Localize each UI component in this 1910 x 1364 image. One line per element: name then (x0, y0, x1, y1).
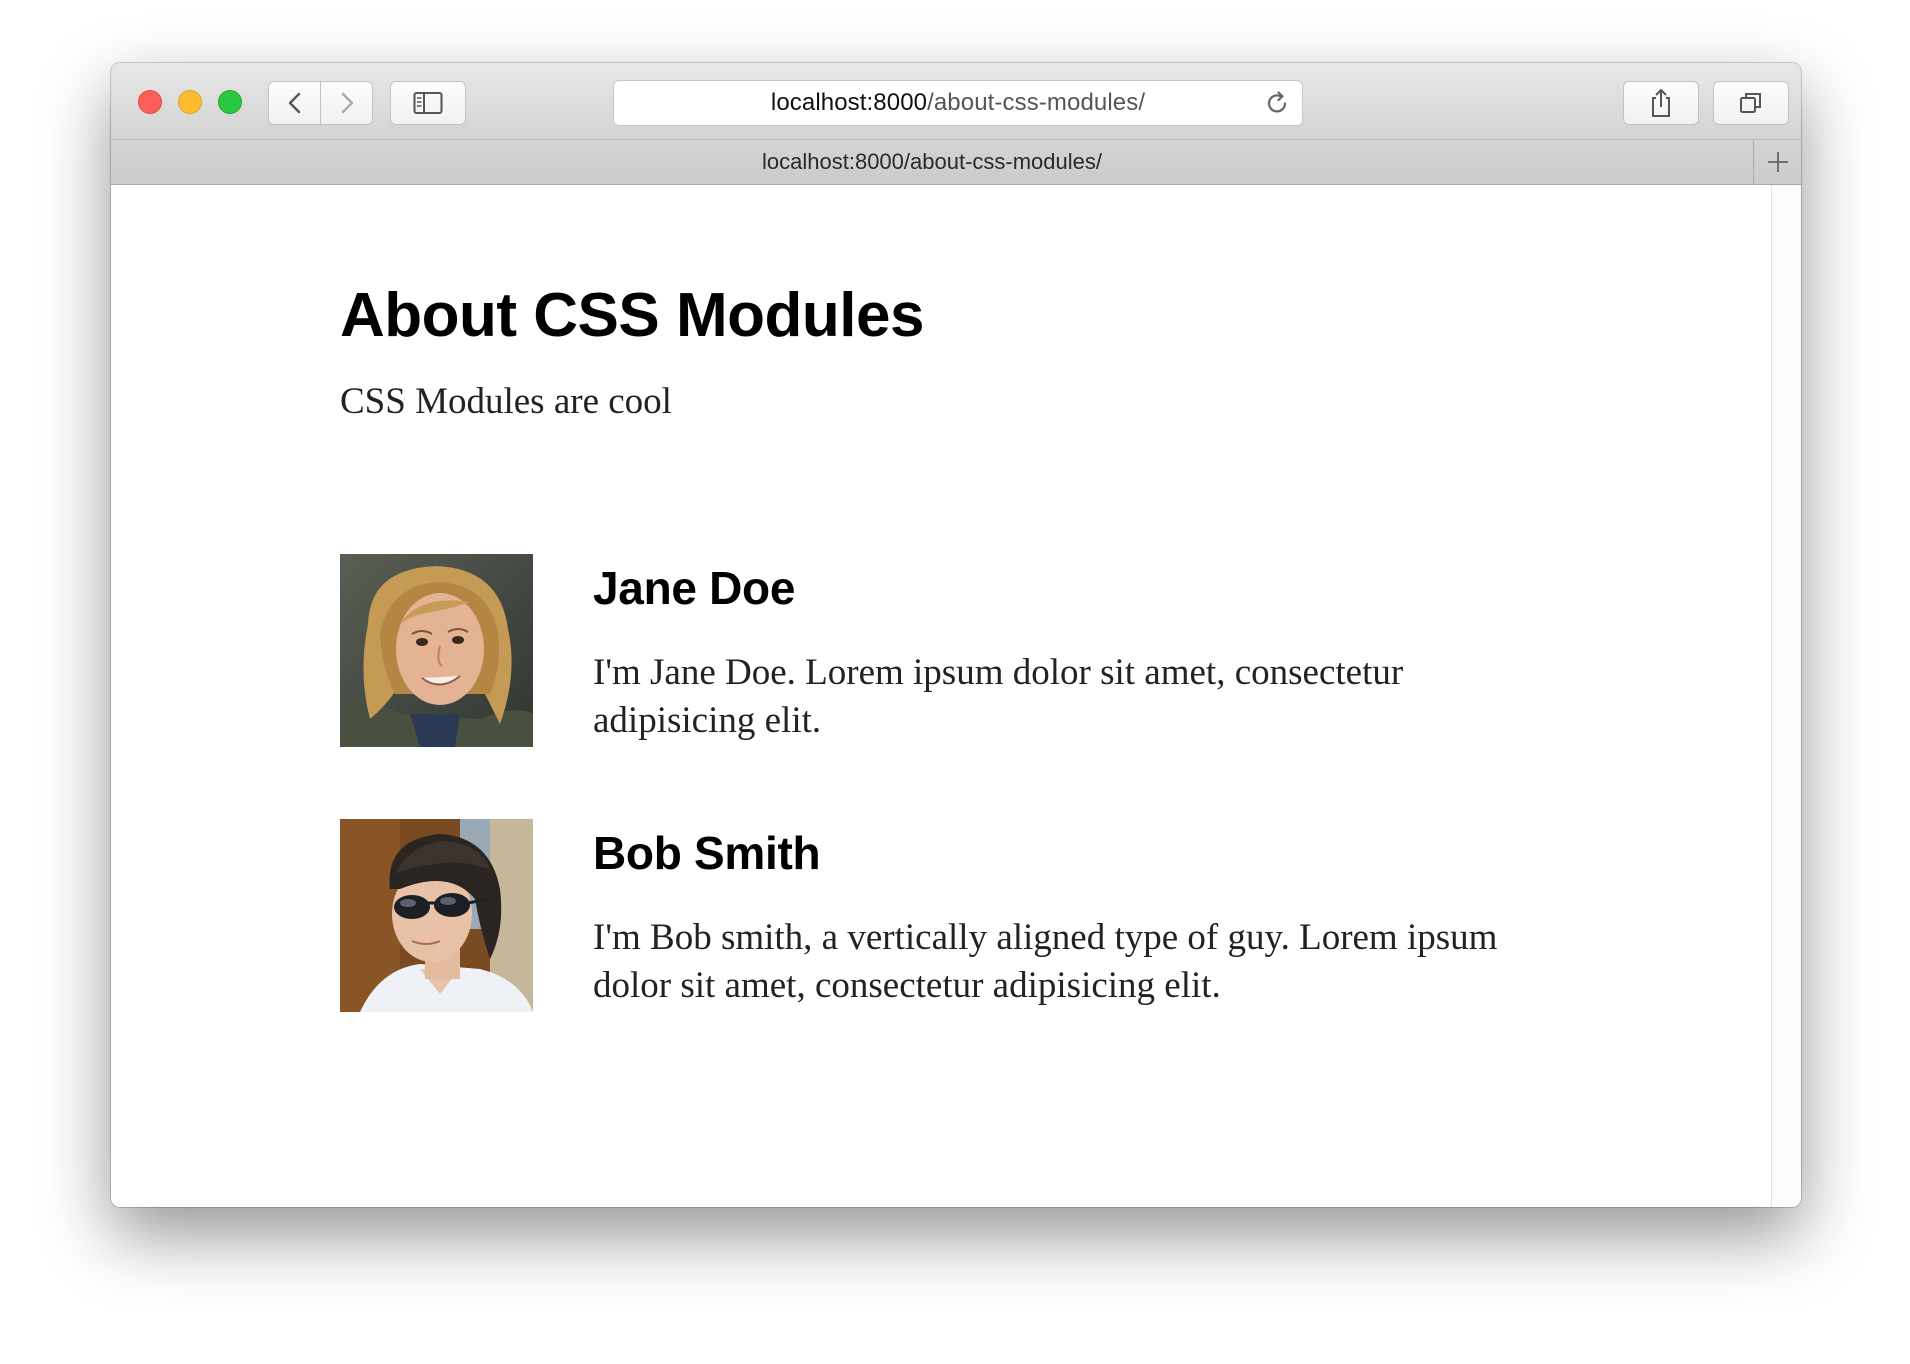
forward-button[interactable] (320, 81, 373, 125)
person-name: Bob Smith (593, 827, 821, 879)
tab-overview-button[interactable] (1713, 81, 1789, 125)
close-window-button[interactable] (138, 90, 162, 114)
person-bio: I'm Jane Doe. Lorem ipsum dolor sit amet… (593, 652, 1404, 741)
tabs-overview-icon (1740, 93, 1761, 113)
page-title: About CSS Modules (340, 281, 924, 350)
share-icon (1652, 89, 1670, 117)
vertical-scrollbar[interactable] (1771, 185, 1801, 1207)
avatar-jane-doe (340, 554, 533, 747)
minimize-window-button[interactable] (178, 90, 202, 114)
reload-icon[interactable] (1264, 90, 1290, 116)
url-host: localhost:8000 (770, 89, 928, 116)
plus-icon (1767, 152, 1788, 172)
chevron-right-icon (341, 92, 353, 114)
avatar-bob-smith (340, 819, 533, 1012)
browser-window: localhost:8000/about-css-modules/ localh… (111, 63, 1801, 1207)
url-text: localhost:8000/about-css-modules/ (614, 89, 1302, 117)
sidebar-icon (413, 92, 443, 114)
url-path: /about-css-modules/ (927, 89, 1146, 116)
sidebar-toggle-button[interactable] (390, 81, 466, 125)
new-tab-button[interactable] (1753, 140, 1801, 184)
back-button[interactable] (268, 81, 321, 125)
tab-title[interactable]: localhost:8000/about-css-modules/ (111, 149, 1753, 175)
tab-bar: localhost:8000/about-css-modules/ (111, 140, 1801, 185)
chevron-left-icon (288, 92, 300, 114)
page-viewport: About CSS Modules CSS Modules are cool J… (111, 185, 1801, 1207)
page-intro: CSS Modules are cool (340, 381, 672, 422)
person-bio: I'm Bob smith, a vertically aligned type… (593, 917, 1498, 1006)
share-button[interactable] (1623, 81, 1699, 125)
maximize-window-button[interactable] (218, 90, 242, 114)
browser-toolbar: localhost:8000/about-css-modules/ (111, 63, 1801, 140)
person-name: Jane Doe (593, 562, 796, 614)
address-bar[interactable]: localhost:8000/about-css-modules/ (613, 80, 1303, 126)
